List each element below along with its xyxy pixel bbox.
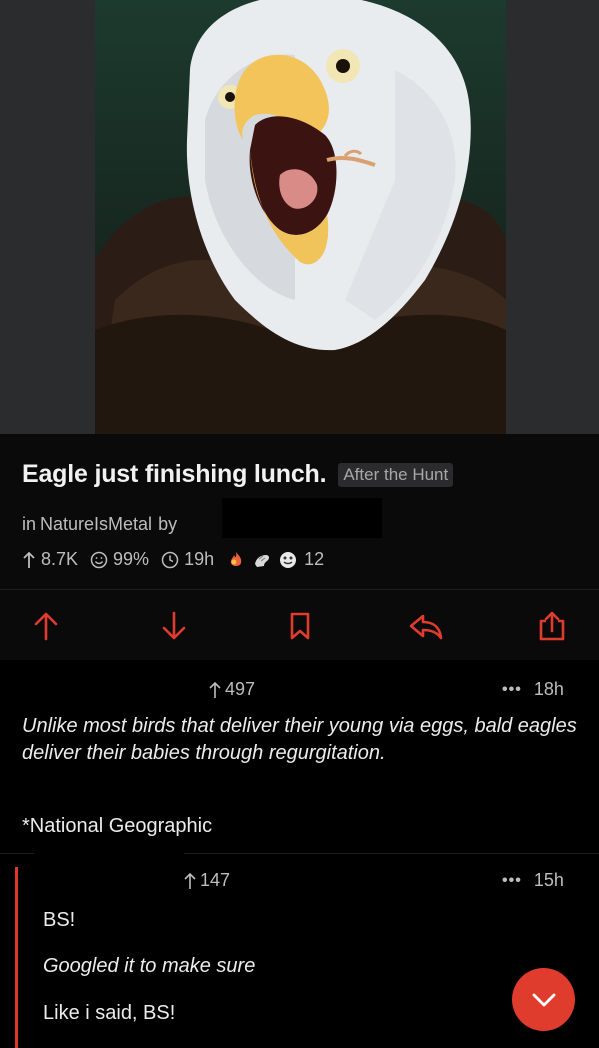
award-hand-icon [255, 554, 270, 567]
ratio-stat: 99% [90, 549, 149, 570]
redacted-username [34, 852, 184, 900]
more-options-icon[interactable]: ••• [502, 681, 522, 699]
post-meta: in NatureIsMetal by [22, 514, 177, 535]
redacted-author [222, 498, 382, 538]
comment-line: BS! [43, 909, 76, 931]
comment-body-source: *National Geographic [22, 815, 213, 837]
comment-score: 497 [208, 679, 255, 700]
more-options-icon[interactable]: ••• [502, 872, 522, 890]
age-stat: 19h [161, 549, 214, 570]
arrow-up-icon [23, 551, 35, 568]
comment-meta-right: ••• 18h [502, 679, 564, 700]
smiley-icon [90, 551, 108, 568]
divider [0, 589, 599, 590]
eagle-photo[interactable] [95, 0, 506, 434]
post-age: 19h [184, 549, 215, 569]
chevron-down-icon [532, 993, 555, 1006]
comment-line: Googled it to make sure [43, 955, 256, 977]
comment-age: 15h [533, 870, 564, 890]
next-comment-button[interactable] [512, 968, 575, 1031]
bookmark-icon[interactable] [284, 610, 316, 642]
post-stats: 8.7K 99% 19h 12 [22, 549, 332, 570]
award-face-icon [280, 551, 297, 568]
comment-score: 147 [183, 870, 230, 891]
arrow-up-icon [184, 872, 196, 889]
upvote-stat: 8.7K [22, 549, 78, 570]
awards[interactable]: 12 [226, 549, 324, 570]
award-flame-icon [230, 551, 242, 566]
comment-body: Unlike most birds that deliver their you… [22, 715, 577, 764]
reply-icon[interactable] [408, 610, 444, 642]
in-label: in [22, 514, 37, 534]
by-label: by [158, 514, 178, 534]
share-icon[interactable] [536, 610, 568, 642]
upvote-count: 8.7K [41, 549, 79, 569]
post-flair[interactable]: After the Hunt [338, 462, 454, 487]
post-title-row: Eagle just finishing lunch. After the Hu… [22, 460, 454, 489]
downvote-icon[interactable] [158, 610, 190, 642]
award-count: 12 [304, 549, 325, 569]
comment-line: Like i said, BS! [43, 1002, 176, 1024]
thread-indent-bar [15, 867, 18, 1048]
clock-icon [161, 551, 179, 568]
comment-score-value: 147 [200, 870, 231, 890]
post-image-container[interactable] [0, 0, 599, 434]
comment-age: 18h [533, 679, 564, 699]
upvote-icon[interactable] [30, 610, 62, 642]
post-action-bar [0, 598, 599, 658]
post-title: Eagle just finishing lunch. [22, 460, 327, 488]
arrow-up-icon [209, 681, 221, 698]
comment-score-value: 497 [225, 679, 256, 699]
redacted-username [0, 660, 210, 704]
subreddit-link[interactable]: NatureIsMetal [40, 514, 152, 535]
comment-meta-right: ••• 15h [502, 870, 564, 891]
upvote-ratio: 99% [113, 549, 150, 569]
